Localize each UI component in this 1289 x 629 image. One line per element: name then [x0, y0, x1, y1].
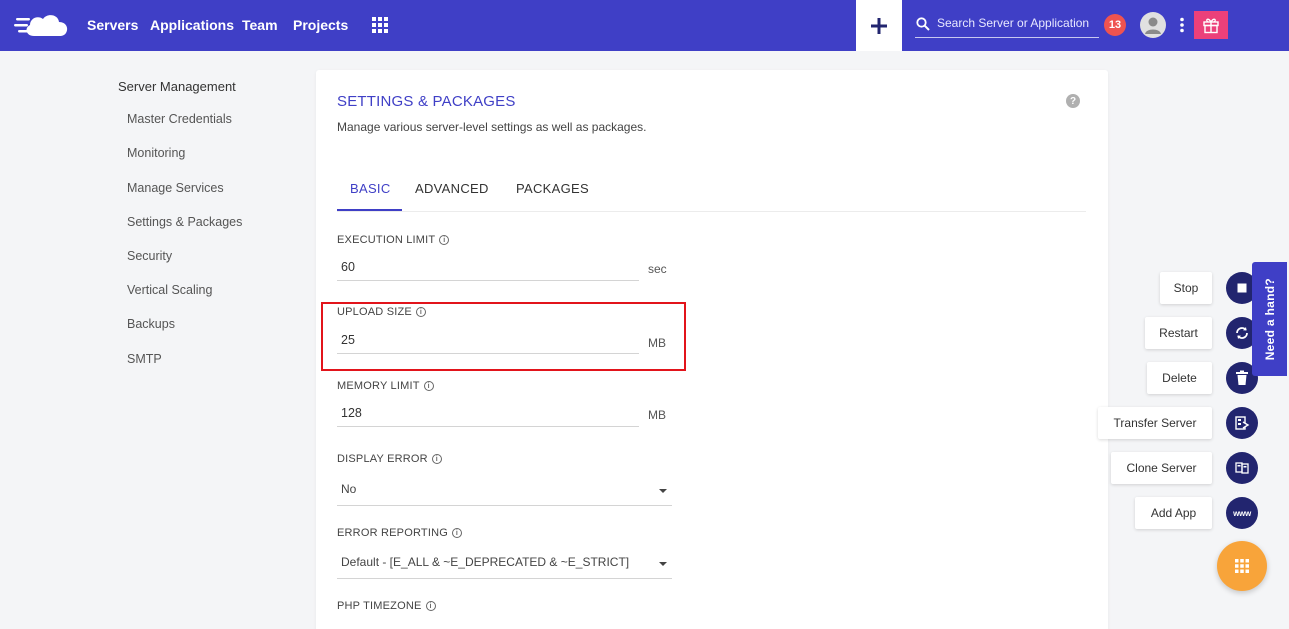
- plus-icon: [871, 17, 887, 34]
- need-a-hand-tab[interactable]: Need a hand?: [1252, 262, 1287, 376]
- info-icon[interactable]: i: [425, 601, 436, 611]
- www-icon: www: [1233, 508, 1251, 518]
- tab-packages[interactable]: PACKAGES: [516, 181, 589, 196]
- sidebar-item-settings-packages[interactable]: Settings & Packages: [127, 215, 242, 229]
- add-app-button[interactable]: Add App: [1135, 497, 1212, 529]
- apps-grid-icon[interactable]: [372, 17, 388, 33]
- sidebar-item-smtp[interactable]: SMTP: [127, 352, 162, 366]
- sidebar-item-vertical-scaling[interactable]: Vertical Scaling: [127, 283, 212, 297]
- add-app-circle-button[interactable]: www: [1226, 497, 1258, 529]
- stop-icon: [1237, 283, 1247, 293]
- nav-applications[interactable]: Applications: [150, 17, 234, 33]
- php-timezone-label: PHP TIMEZONE i: [337, 600, 436, 612]
- grid-icon: [1235, 559, 1249, 573]
- error-reporting-label: ERROR REPORTING i: [337, 527, 462, 539]
- refresh-icon: [1236, 327, 1248, 339]
- help-icon[interactable]: ?: [1066, 94, 1080, 108]
- search-input[interactable]: [937, 16, 1097, 30]
- trash-icon: [1236, 370, 1248, 385]
- clone-circle-button[interactable]: [1226, 452, 1258, 484]
- chevron-down-icon: [659, 562, 667, 566]
- chevron-down-icon: [659, 489, 667, 493]
- display-error-label: DISPLAY ERROR i: [337, 453, 442, 465]
- cloudways-logo[interactable]: [14, 10, 70, 40]
- restart-button[interactable]: Restart: [1145, 317, 1212, 349]
- add-new-button[interactable]: [856, 0, 902, 51]
- execution-limit-unit: sec: [648, 262, 667, 276]
- memory-limit-unit: MB: [648, 408, 666, 422]
- info-icon[interactable]: i: [439, 235, 450, 245]
- sidebar-item-monitoring[interactable]: Monitoring: [127, 146, 185, 160]
- execution-limit-input[interactable]: [337, 253, 639, 281]
- memory-limit-input[interactable]: [337, 399, 639, 427]
- tab-divider: [337, 211, 1086, 212]
- clone-server-button[interactable]: Clone Server: [1111, 452, 1212, 484]
- tab-advanced[interactable]: ADVANCED: [415, 181, 489, 196]
- gift-icon: [1203, 18, 1219, 34]
- error-reporting-select[interactable]: Default - [E_ALL & ~E_DEPRECATED & ~E_ST…: [337, 549, 672, 579]
- memory-limit-label: MEMORY LIMIT i: [337, 380, 434, 392]
- nav-servers[interactable]: Servers: [87, 17, 138, 33]
- nav-projects[interactable]: Projects: [293, 17, 348, 33]
- upload-size-highlight: [321, 302, 686, 371]
- sidebar-item-master-credentials[interactable]: Master Credentials: [127, 112, 232, 126]
- page-subtitle: Manage various server-level settings as …: [337, 120, 647, 134]
- sidebar-title: Server Management: [118, 79, 236, 94]
- stop-button[interactable]: Stop: [1160, 272, 1212, 304]
- need-a-hand-label: Need a hand?: [1262, 277, 1277, 361]
- sidebar-item-security[interactable]: Security: [127, 249, 172, 263]
- actions-fab-button[interactable]: [1217, 541, 1267, 591]
- info-icon[interactable]: i: [423, 381, 434, 391]
- execution-limit-label: EXECUTION LIMIT i: [337, 234, 450, 246]
- sidebar-item-backups[interactable]: Backups: [127, 317, 175, 331]
- notification-badge[interactable]: 13: [1104, 14, 1126, 36]
- delete-button[interactable]: Delete: [1147, 362, 1212, 394]
- info-icon[interactable]: i: [431, 454, 442, 464]
- sidebar-item-manage-services[interactable]: Manage Services: [127, 181, 224, 195]
- nav-team[interactable]: Team: [242, 17, 278, 33]
- page-title: SETTINGS & PACKAGES: [337, 93, 516, 110]
- search-icon: [916, 17, 930, 31]
- more-menu-icon[interactable]: [1177, 17, 1187, 33]
- gift-button[interactable]: [1194, 11, 1228, 39]
- top-navbar: Servers Applications Team Projects 13: [0, 0, 1289, 51]
- transfer-circle-button[interactable]: [1226, 407, 1258, 439]
- display-error-select[interactable]: No: [337, 476, 672, 506]
- display-error-value: No: [341, 482, 357, 496]
- clone-server-icon: [1235, 462, 1249, 474]
- user-avatar[interactable]: [1140, 12, 1166, 38]
- transfer-server-icon: [1235, 416, 1250, 430]
- tab-basic[interactable]: BASIC: [350, 181, 391, 196]
- transfer-server-button[interactable]: Transfer Server: [1098, 407, 1212, 439]
- search-bar: [915, 12, 1099, 38]
- user-icon: [1145, 17, 1161, 34]
- info-icon[interactable]: i: [451, 528, 462, 538]
- error-reporting-value: Default - [E_ALL & ~E_DEPRECATED & ~E_ST…: [341, 555, 630, 569]
